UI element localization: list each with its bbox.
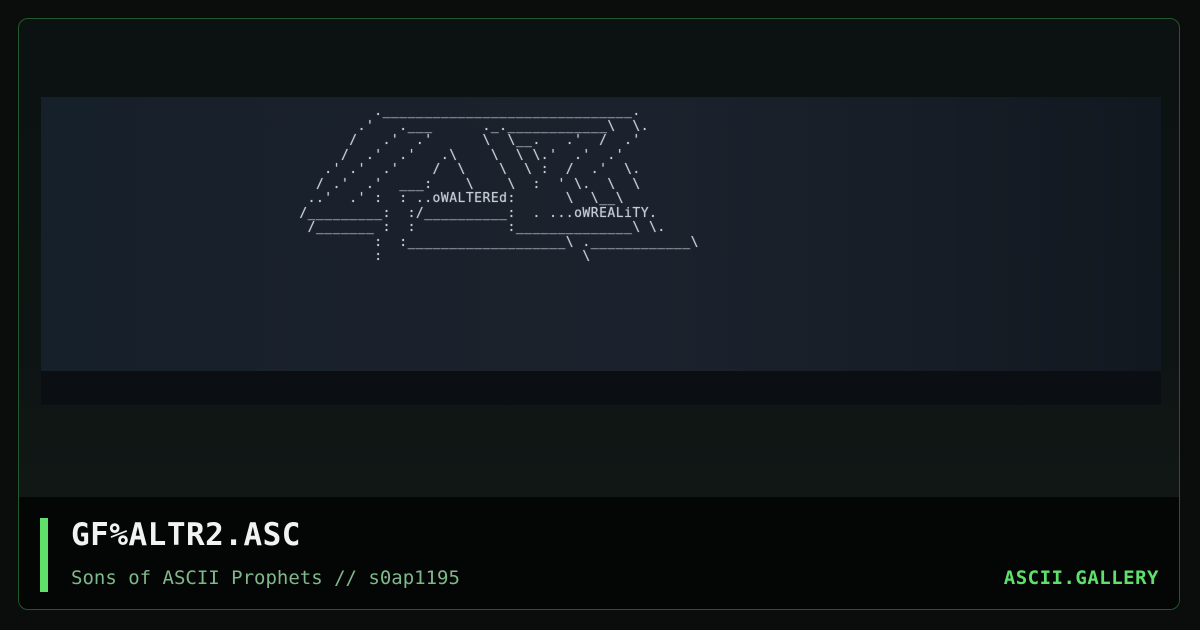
site-brand[interactable]: ASCII.GALLERY	[1004, 567, 1159, 589]
artwork-subtitle: Sons of ASCII Prophets // s0ap1195	[71, 567, 460, 589]
card-frame: .______________________________. .' .___…	[18, 18, 1180, 610]
info-footer: GF%ALTR2.ASC Sons of ASCII Prophets // s…	[19, 497, 1179, 609]
accent-bar	[40, 518, 48, 592]
artwork-bottom-band	[41, 371, 1161, 405]
artwork-preview: .______________________________. .' .___…	[41, 97, 1161, 405]
artwork-title: GF%ALTR2.ASC	[71, 517, 301, 553]
ascii-artwork: .______________________________. .' .___…	[299, 104, 700, 264]
